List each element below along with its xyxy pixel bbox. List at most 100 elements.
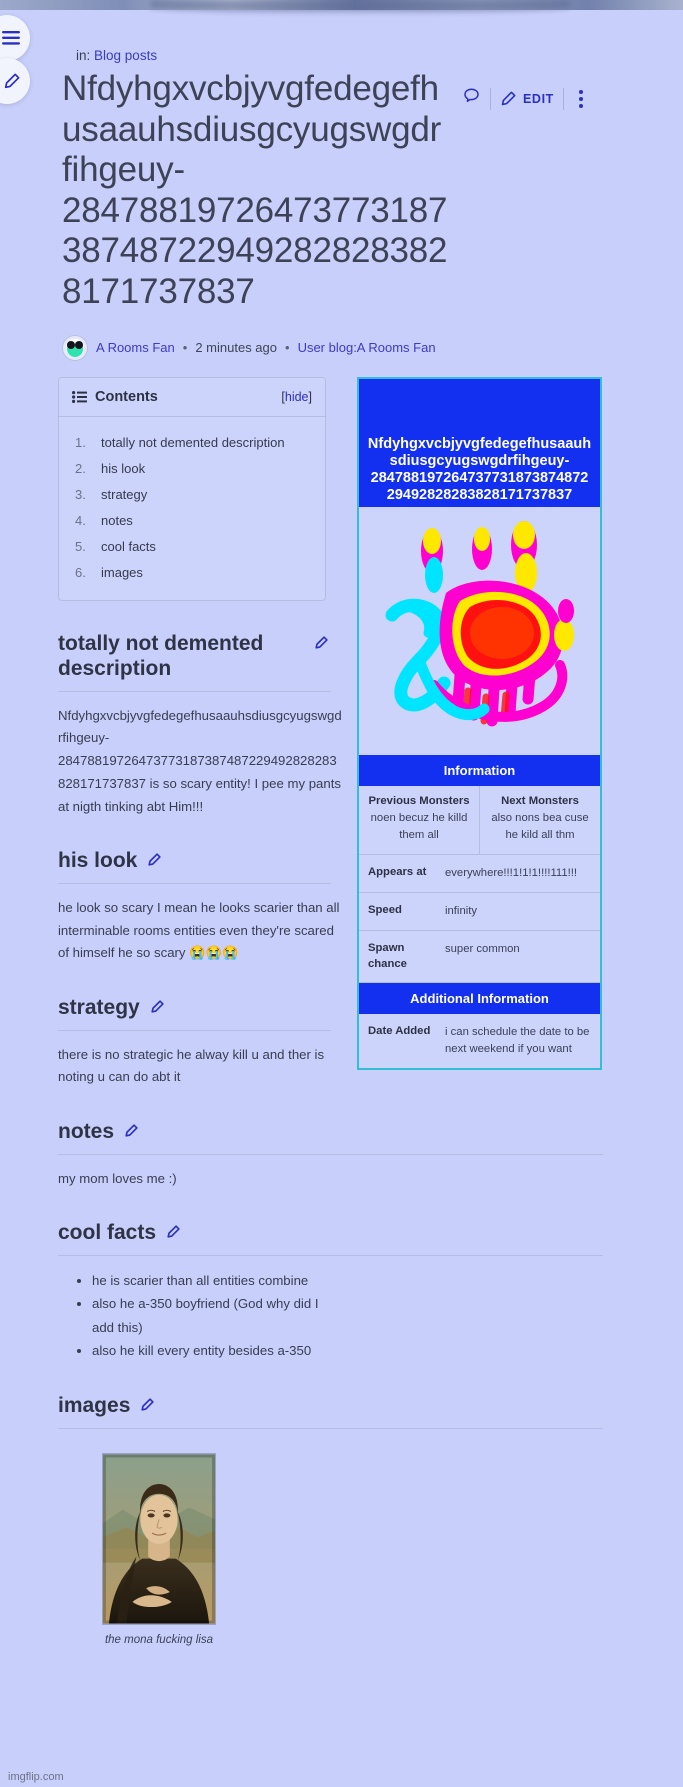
infobox-previous-monsters-value: noen becuz he killd them all bbox=[370, 811, 468, 841]
page-title: Nfdyhgxvcbjyvgfedegefhusaauhsdiusgcyugsw… bbox=[62, 69, 448, 311]
section-heading-notes: notes bbox=[58, 1119, 328, 1145]
edit-button-label: EDIT bbox=[523, 92, 554, 106]
section-heading-his-look: his look bbox=[58, 848, 328, 874]
section-title: images bbox=[58, 1393, 131, 1417]
byline: A Rooms Fan • 2 minutes ago • User blog:… bbox=[62, 334, 661, 361]
section-title: cool facts bbox=[58, 1221, 157, 1245]
avatar-eye-right bbox=[75, 340, 83, 349]
infobox-next-monsters-value: also nons bea cuse he kild all thm bbox=[491, 811, 589, 841]
breadcrumb-prefix: in: bbox=[76, 48, 91, 63]
section-rule bbox=[58, 1153, 603, 1155]
byline-timestamp: 2 minutes ago bbox=[195, 340, 277, 356]
pencil-icon bbox=[315, 635, 328, 649]
byline-separator: • bbox=[182, 340, 188, 356]
pencil-icon bbox=[167, 1225, 180, 1238]
infobox-title-text: Nfdyhgxvcbjyvgfedegefhusaauhsdiusgcyugsw… bbox=[367, 436, 592, 504]
action-divider-2 bbox=[562, 88, 564, 110]
action-divider-1 bbox=[490, 88, 491, 110]
byline-separator: • bbox=[285, 340, 290, 356]
breadcrumb-category-link[interactable]: Blog posts bbox=[94, 48, 157, 63]
byline-author-link[interactable]: A Rooms Fan bbox=[96, 340, 175, 355]
section-edit-button[interactable] bbox=[150, 1000, 164, 1019]
mona-lisa-image[interactable] bbox=[102, 1452, 216, 1625]
article-main: Nfdyhgxvcbjyvgfedegefhusaauhsdiusgcyugsw… bbox=[28, 376, 661, 1646]
avatar[interactable] bbox=[62, 334, 88, 361]
section-edit-button[interactable] bbox=[140, 1398, 155, 1417]
infobox-previous-monsters-label: Previous Monsters bbox=[368, 794, 470, 807]
toc-item[interactable]: cool facts bbox=[75, 534, 312, 560]
kebab-dot bbox=[578, 90, 583, 94]
toc-item[interactable]: strategy bbox=[75, 482, 312, 508]
toc-item[interactable]: his look bbox=[75, 456, 312, 482]
figure-caption: the mona fucking lisa bbox=[104, 1633, 214, 1646]
infobox: Nfdyhgxvcbjyvgfedegefhusaauhsdiusgcyugsw… bbox=[357, 376, 602, 1070]
infobox-section-information: Information bbox=[359, 754, 600, 786]
infobox-row-value: everywhere!!!1!1!1!!!!111!!! bbox=[445, 867, 578, 880]
infobox-row-value: super common bbox=[445, 943, 520, 956]
toc-list: totally not demented description his loo… bbox=[59, 417, 325, 600]
article-content: Contents [hide] totally not demented des… bbox=[28, 376, 603, 1646]
avatar-eye-left bbox=[67, 340, 75, 349]
infobox-row-value: infinity bbox=[445, 905, 478, 918]
section-rule bbox=[58, 1427, 603, 1429]
section-edit-button[interactable] bbox=[124, 1124, 138, 1143]
kebab-dot bbox=[578, 97, 583, 101]
section-body: Nfdyhgxvcbjyvgfedegefhusaauhsdiusgcyugsw… bbox=[58, 707, 342, 814]
infobox-row-key: Appears at bbox=[368, 866, 427, 879]
toc-title: Contents bbox=[95, 388, 158, 405]
infobox-section-additional: Additional Information bbox=[359, 982, 600, 1014]
infobox-previous-monsters: Previous Monsters noen becuz he killd th… bbox=[359, 785, 480, 855]
toc-item[interactable]: images bbox=[75, 560, 312, 586]
infobox-next-monsters: Next Monsters also nons bea cuse he kild… bbox=[480, 786, 600, 855]
byline-blog-link[interactable]: User blog:A Rooms Fan bbox=[298, 340, 436, 355]
section-title: notes bbox=[58, 1120, 115, 1144]
section-heading-description: totally not demented description bbox=[58, 631, 328, 682]
section-title: totally not demented description bbox=[58, 631, 264, 681]
list-icon bbox=[72, 390, 87, 403]
table-of-contents: Contents [hide] totally not demented des… bbox=[58, 376, 326, 601]
mona-lisa-figure: the mona fucking lisa bbox=[102, 1452, 216, 1646]
section-rule bbox=[58, 1029, 331, 1031]
section-body: he look so scary I mean he looks scarier… bbox=[58, 899, 340, 961]
section-rule bbox=[58, 1254, 603, 1256]
list-item: also he a-350 boyfriend (God why did I a… bbox=[92, 1292, 328, 1339]
section-body: there is no strategic he alway kill u an… bbox=[58, 1046, 325, 1085]
section-rule bbox=[58, 882, 331, 884]
more-options-button[interactable] bbox=[573, 90, 589, 108]
edit-button[interactable]: EDIT bbox=[500, 91, 554, 107]
toc-item[interactable]: notes bbox=[75, 508, 312, 534]
toc-hide-label: hide bbox=[284, 389, 309, 404]
toc-item[interactable]: totally not demented description bbox=[75, 430, 312, 456]
toc-hide-toggle[interactable]: [hide] bbox=[281, 390, 312, 404]
toc-header: Contents [hide] bbox=[59, 378, 325, 417]
infobox-row: Spawn chance super common bbox=[359, 931, 600, 983]
section-edit-button[interactable] bbox=[147, 853, 162, 872]
section-title: strategy bbox=[58, 996, 140, 1020]
infobox-row: Appears at everywhere!!!1!1!1!!!!111!!! bbox=[359, 855, 600, 894]
pencil-icon bbox=[148, 853, 162, 866]
breadcrumb: in: Blog posts bbox=[76, 48, 661, 63]
list-item: he is scarier than all entities combine bbox=[92, 1269, 328, 1293]
title-action-bar: EDIT bbox=[462, 69, 589, 111]
infobox-row-key: Spawn chance bbox=[368, 942, 407, 970]
section-body: my mom loves me :) bbox=[58, 1170, 177, 1186]
cool-facts-list: he is scarier than all entities combine … bbox=[92, 1269, 328, 1363]
section-edit-button[interactable] bbox=[166, 1225, 180, 1244]
section-title: his look bbox=[58, 849, 138, 873]
pencil-icon bbox=[141, 1398, 155, 1411]
comments-button[interactable] bbox=[462, 87, 481, 111]
infobox-row: Speed infinity bbox=[359, 893, 600, 932]
infobox-monsters-row: Previous Monsters noen becuz he killd th… bbox=[359, 785, 600, 856]
section-rule bbox=[58, 690, 331, 692]
pencil-icon bbox=[125, 1124, 138, 1137]
infobox-next-monsters-label: Next Monsters bbox=[501, 794, 579, 807]
infobox-row: Date Added i can schedule the date to be… bbox=[359, 1014, 600, 1068]
infobox-row-key: Speed bbox=[368, 904, 402, 917]
infobox-row-key: Date Added bbox=[368, 1024, 431, 1037]
section-edit-button[interactable] bbox=[314, 635, 328, 655]
infobox-image bbox=[359, 506, 600, 755]
infobox-row-value: i can schedule the date to be next weeke… bbox=[445, 1025, 590, 1055]
title-row: Nfdyhgxvcbjyvgfedegefhusaauhsdiusgcyugsw… bbox=[28, 69, 661, 313]
section-heading-images: images bbox=[58, 1393, 328, 1419]
infobox-title: Nfdyhgxvcbjyvgfedegefhusaauhsdiusgcyugsw… bbox=[359, 378, 600, 507]
